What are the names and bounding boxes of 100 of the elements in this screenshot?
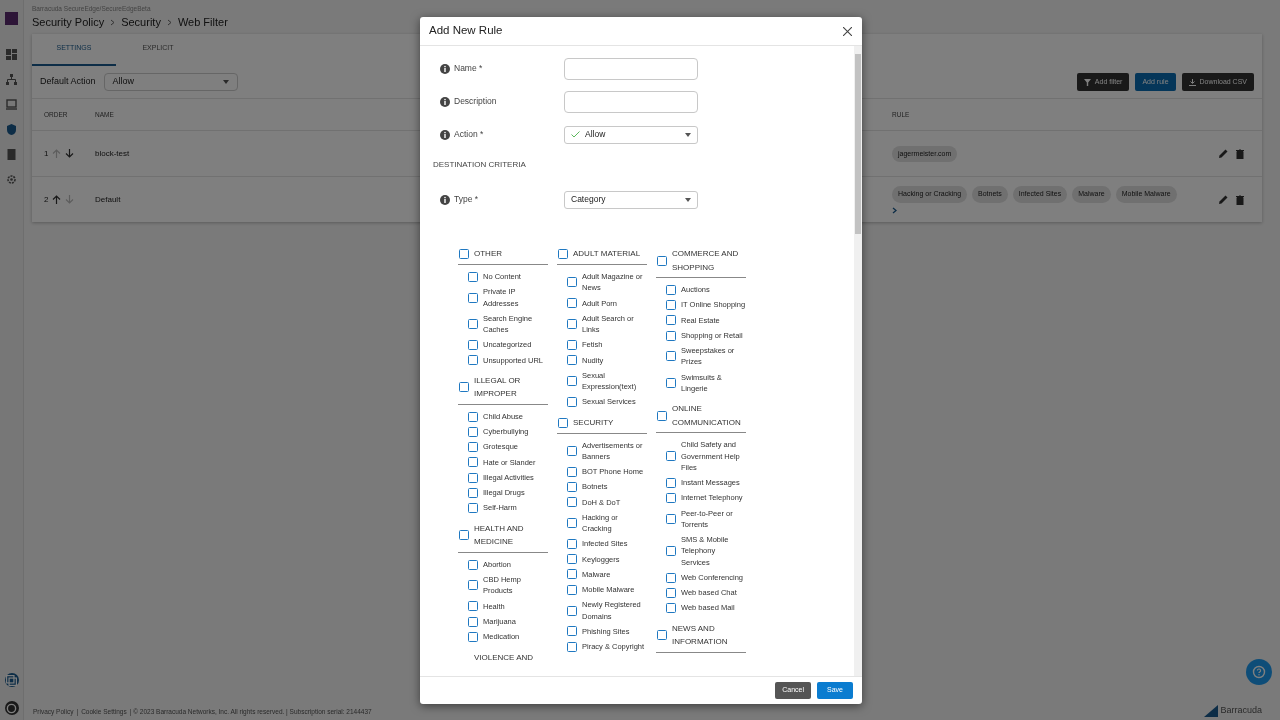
caret-icon: [685, 197, 691, 202]
monitor-icon[interactable]: [6, 99, 17, 110]
checkbox[interactable]: [567, 355, 577, 366]
order-number: 2: [44, 193, 49, 206]
checkbox[interactable]: [567, 641, 577, 652]
checkbox[interactable]: [567, 554, 577, 565]
expand-chevron-icon[interactable]: [892, 206, 897, 214]
filter-icon: [1083, 78, 1091, 86]
checkbox[interactable]: [468, 319, 478, 329]
delete-icon[interactable]: [1236, 194, 1244, 205]
checkbox[interactable]: [567, 569, 577, 580]
checkbox[interactable]: [468, 271, 478, 282]
breadcrumb-item[interactable]: Security Policy: [32, 13, 105, 31]
checkbox[interactable]: [567, 339, 577, 350]
checkbox[interactable]: [567, 497, 577, 508]
checkbox[interactable]: [567, 626, 577, 637]
info-icon: [440, 129, 450, 140]
checkbox[interactable]: [666, 351, 676, 362]
copy-button[interactable]: [4, 673, 19, 687]
breadcrumb-item[interactable]: Security: [121, 13, 161, 31]
account-avatar[interactable]: [4, 701, 19, 715]
arrow-down-icon[interactable]: [65, 149, 75, 159]
checkbox[interactable]: [666, 451, 676, 462]
checkbox[interactable]: [468, 580, 478, 591]
checkbox[interactable]: [558, 417, 568, 428]
checkbox[interactable]: [567, 584, 577, 595]
checkbox[interactable]: [666, 572, 676, 583]
arrow-up-icon[interactable]: [52, 195, 62, 205]
category-group-title: ADULT MATERIAL: [573, 248, 641, 261]
text-field[interactable]: [564, 90, 698, 113]
checkbox[interactable]: [657, 255, 667, 266]
field-label: Action *: [454, 128, 484, 141]
checkbox[interactable]: [567, 466, 577, 477]
checkbox[interactable]: [459, 382, 469, 393]
section-heading: DESTINATION CRITERIA: [433, 159, 527, 171]
checkbox[interactable]: [468, 631, 478, 642]
checkbox[interactable]: [657, 410, 667, 421]
category-group-title: COMMERCE AND SHOPPING: [672, 248, 740, 274]
checkbox[interactable]: [567, 481, 577, 492]
checkbox[interactable]: [666, 377, 676, 388]
checkbox[interactable]: [666, 493, 676, 503]
settings-icon[interactable]: [6, 174, 17, 185]
checkbox[interactable]: [468, 292, 478, 303]
checkbox[interactable]: [567, 396, 577, 407]
checkbox[interactable]: [666, 603, 676, 613]
checkbox[interactable]: [567, 605, 577, 616]
checkbox[interactable]: [459, 249, 469, 259]
field-label: Type *: [454, 193, 479, 206]
default-action-select[interactable]: Allow: [103, 73, 238, 91]
shield-icon[interactable]: [6, 124, 17, 135]
checkbox[interactable]: [468, 472, 478, 483]
text-field[interactable]: [564, 57, 698, 80]
network-icon[interactable]: [6, 74, 17, 85]
checkbox[interactable]: [468, 426, 478, 437]
dashboard-icon[interactable]: [6, 49, 17, 60]
close-button[interactable]: [843, 26, 852, 36]
checkbox[interactable]: [567, 445, 577, 456]
checkbox[interactable]: [567, 538, 577, 549]
check-icon: [571, 131, 580, 138]
checkbox[interactable]: [666, 477, 676, 488]
checkbox[interactable]: [468, 355, 478, 366]
info-icon: [440, 96, 450, 107]
delete-icon[interactable]: [1236, 148, 1244, 159]
checkbox[interactable]: [567, 376, 577, 386]
edit-icon[interactable]: [1219, 148, 1228, 158]
select-field[interactable]: Allow: [564, 125, 698, 144]
checkbox[interactable]: [567, 298, 577, 309]
checkbox[interactable]: [666, 330, 676, 341]
checkbox[interactable]: [459, 530, 469, 541]
checkbox[interactable]: [666, 300, 676, 311]
checkbox[interactable]: [666, 513, 676, 524]
checkbox[interactable]: [567, 277, 577, 288]
checkbox[interactable]: [468, 559, 478, 570]
checkbox[interactable]: [468, 616, 478, 627]
help-icon: [1252, 665, 1266, 679]
category-group-title: NEWS AND INFORMATION: [672, 622, 729, 649]
checkbox[interactable]: [567, 319, 577, 329]
rule-name: block-test: [95, 148, 130, 158]
select-field[interactable]: Category: [564, 190, 698, 209]
field-label: Description: [454, 95, 497, 108]
edit-icon[interactable]: [1219, 194, 1228, 204]
checkbox[interactable]: [468, 457, 478, 468]
checkbox[interactable]: [666, 315, 676, 326]
checkbox[interactable]: [468, 339, 478, 350]
checkbox[interactable]: [468, 487, 478, 498]
checkbox[interactable]: [666, 284, 676, 295]
checkbox[interactable]: [558, 249, 568, 259]
user-icon: [6, 702, 17, 714]
scrollbar[interactable]: [854, 46, 862, 676]
category-group-title: HEALTH AND MEDICINE: [474, 522, 525, 549]
category-group-title: ILLEGAL OR IMPROPER: [474, 374, 522, 401]
category-group-title: ONLINE COMMUNICATION: [672, 403, 742, 429]
checkbox[interactable]: [468, 503, 478, 514]
checkbox[interactable]: [666, 546, 676, 556]
checkbox[interactable]: [468, 601, 478, 612]
checkbox[interactable]: [468, 411, 478, 422]
checkbox[interactable]: [666, 587, 676, 598]
checkbox[interactable]: [468, 442, 478, 453]
checkbox[interactable]: [657, 630, 667, 641]
checkbox[interactable]: [567, 518, 577, 528]
